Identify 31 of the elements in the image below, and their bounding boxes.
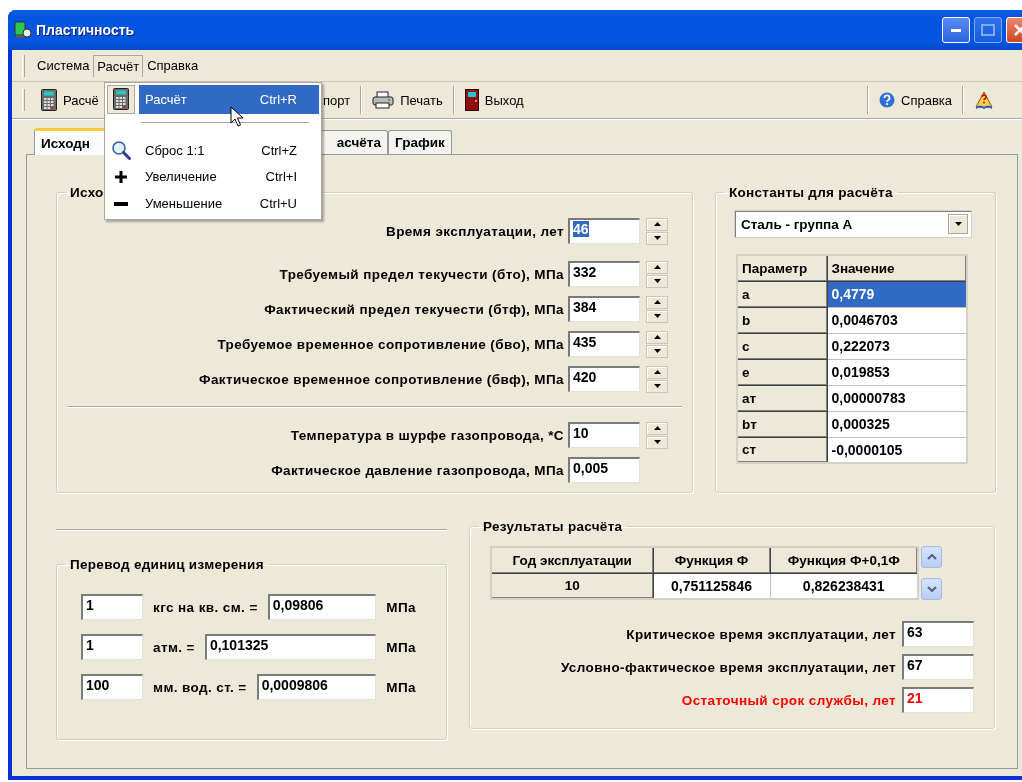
unit-label: кгс на кв. см. = — [153, 599, 258, 615]
field-label: Фактическое временное сопротивление (бвф), МПа — [199, 371, 564, 387]
group-title: Результаты расчёта — [482, 519, 624, 534]
row-header: c — [737, 333, 827, 359]
unit-label: мм. вод. ст. = — [153, 679, 247, 695]
row-header: bт — [737, 411, 827, 437]
field-label: Требуемый предел текучести (бто), МПа — [279, 266, 564, 282]
group-title: Перевод единиц измерения — [69, 557, 265, 572]
field-label: Фактический предел текучести (бтф), МПа — [264, 301, 564, 317]
row-header: aт — [737, 385, 827, 411]
field-label: Требуемое временное сопротивление (бво), МПа — [217, 336, 564, 352]
row-header: b — [737, 307, 827, 333]
row-header: 10 — [491, 573, 653, 599]
field-label: Фактическое давление газопровода, МПа — [271, 462, 564, 478]
field-label: Критическое время эксплуатации, лет — [626, 626, 896, 642]
group-title: Константы для расчёта — [728, 185, 894, 200]
unit-label: атм. = — [153, 639, 195, 655]
table-cell: 0,751125846 — [653, 573, 770, 599]
field-label: Температура в шурфе газопровода, *С — [290, 427, 564, 443]
unit-label: МПа — [386, 639, 416, 655]
field-label: Условно-фактическое время эксплуатации, лет — [560, 659, 896, 675]
group-title: Исхо — [69, 185, 105, 200]
table-cell: 0,826238431 — [770, 573, 918, 599]
row-header: a — [737, 281, 827, 307]
row-header: e — [737, 359, 827, 385]
field-label: Время эксплуатации, лет — [386, 223, 564, 239]
row-header: cт — [737, 437, 827, 463]
unit-label: МПа — [386, 679, 416, 695]
window-title: Пластичность — [36, 22, 136, 38]
unit-label: МПа — [386, 599, 416, 615]
field-label: Остаточный срок службы, лет — [681, 692, 896, 708]
